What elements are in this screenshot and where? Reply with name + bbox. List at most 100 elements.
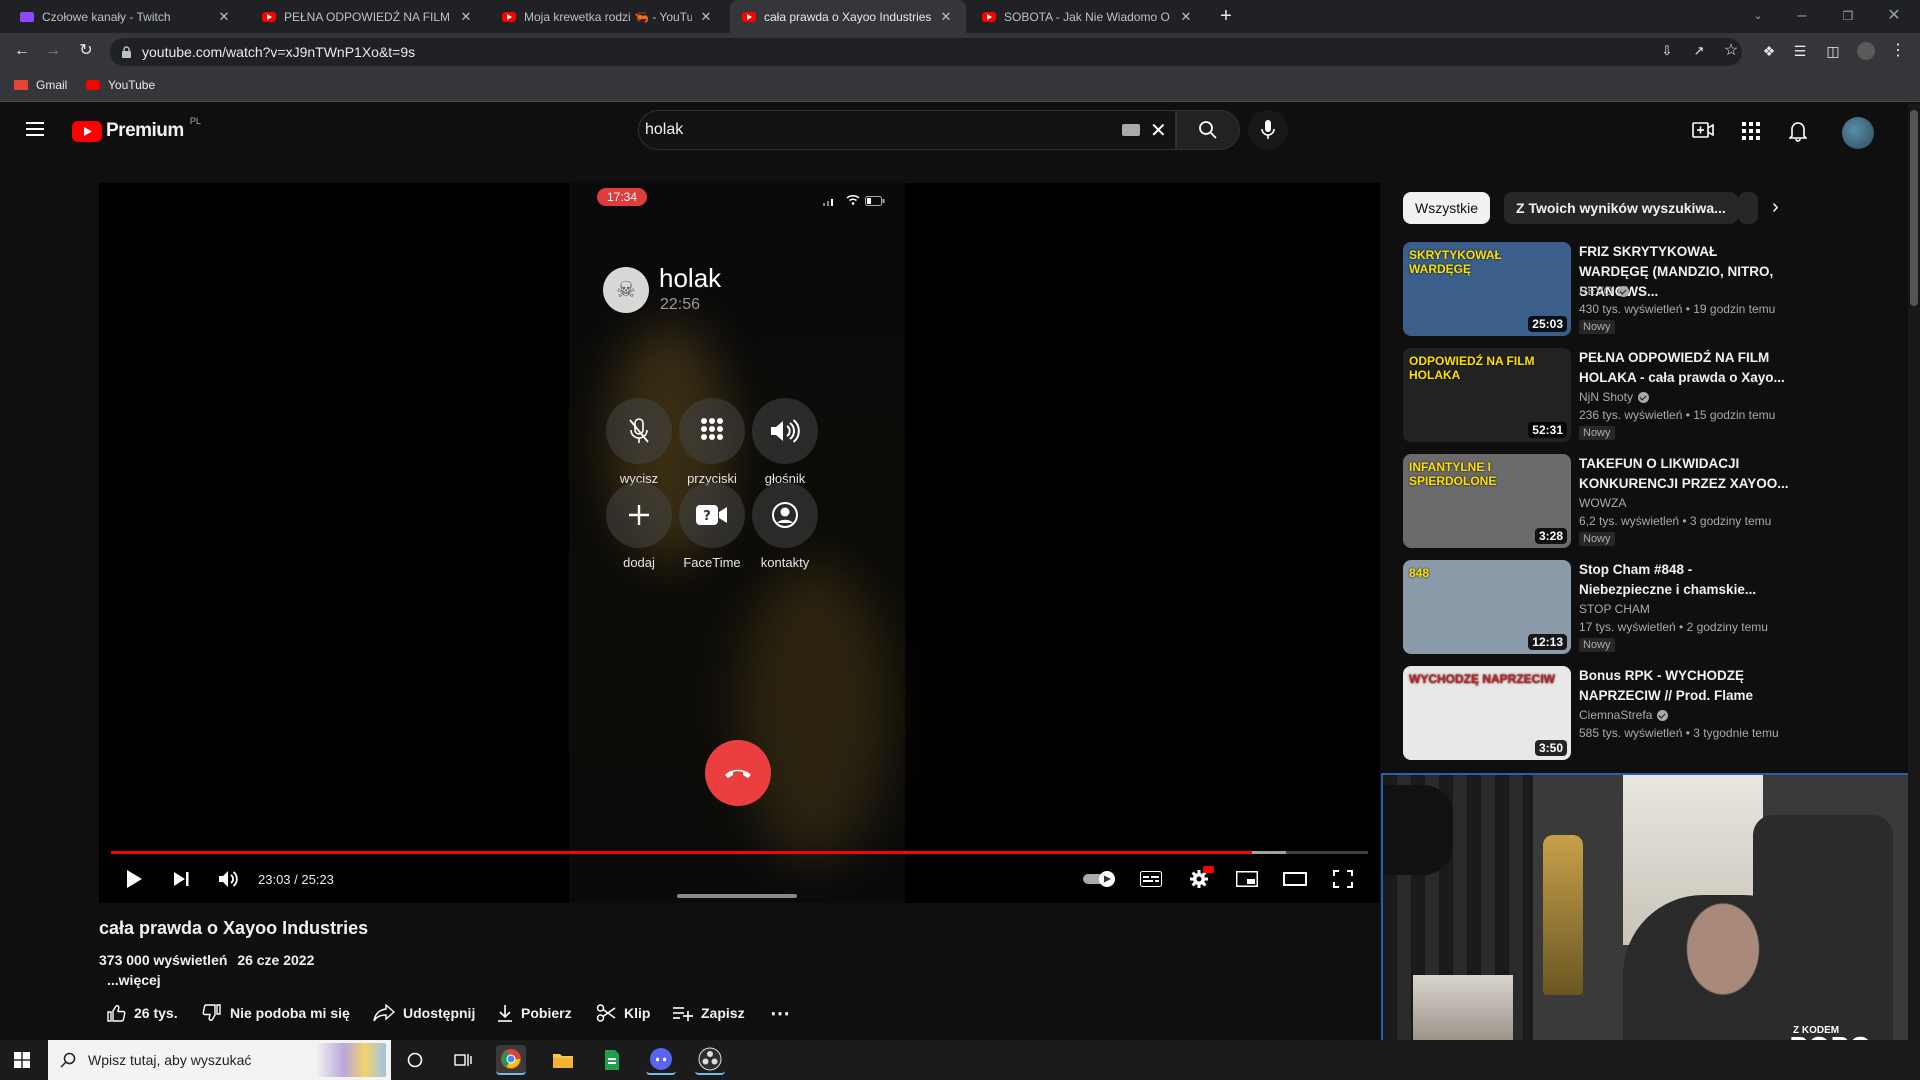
show-more-link[interactable]: ...więcej bbox=[107, 972, 161, 988]
save-button[interactable]: Zapisz bbox=[673, 1002, 745, 1024]
reload-icon[interactable]: ↻ bbox=[74, 39, 98, 63]
close-tab-icon[interactable]: ✕ bbox=[938, 9, 954, 25]
settings-button[interactable] bbox=[1184, 866, 1214, 892]
channel-name[interactable]: WOWZA bbox=[1579, 496, 1626, 510]
back-icon[interactable]: ← bbox=[10, 39, 34, 63]
create-video-icon[interactable] bbox=[1692, 121, 1714, 144]
bookmark-gmail[interactable]: Gmail bbox=[14, 78, 67, 92]
windows-start-icon[interactable] bbox=[14, 1052, 30, 1073]
download-icon bbox=[498, 1005, 512, 1022]
browser-menu-icon[interactable]: ⋮ bbox=[1886, 39, 1910, 63]
recommended-video[interactable]: 848 12:13 Stop Cham #848 - Niebezpieczne i… bbox=[1403, 560, 1803, 656]
share-button[interactable]: Udostępnij bbox=[373, 1002, 475, 1024]
end-call-icon bbox=[725, 769, 751, 778]
video-duration: 25:03 bbox=[1528, 316, 1567, 332]
volume-button[interactable] bbox=[214, 866, 244, 892]
search-button[interactable] bbox=[1176, 110, 1240, 150]
app-taskbar-icon[interactable] bbox=[597, 1045, 627, 1075]
chip-all[interactable]: Wszystkie bbox=[1403, 192, 1490, 224]
video-player[interactable]: 17:34 ☠ holak 22:56 wycisz przyciski głośn… bbox=[99, 183, 1380, 903]
youtube-icon bbox=[502, 11, 516, 22]
bookmark-star-icon[interactable]: ☆ bbox=[1719, 39, 1743, 63]
chip-overflow[interactable] bbox=[1738, 192, 1758, 224]
browser-tab-5[interactable]: SOBOTA - Jak Nie Wiadomo O C ✕ bbox=[970, 0, 1206, 33]
recommended-video-title[interactable]: PEŁNA ODPOWIEDŹ NA FILM HOLAKA - cała pr… bbox=[1579, 348, 1789, 388]
chrome-taskbar-icon[interactable] bbox=[496, 1045, 526, 1075]
video-thumbnail[interactable]: INFANTYLNE I SPIERDOLONE 3:28 bbox=[1403, 454, 1571, 548]
close-tab-icon[interactable]: ✕ bbox=[698, 9, 714, 25]
recommended-video-title[interactable]: Bonus RPK - WYCHODZĘ NAPRZECIW // Prod. … bbox=[1579, 666, 1789, 706]
browser-tab-4[interactable]: cała prawda o Xayoo Industries - ✕ bbox=[730, 0, 966, 33]
keyboard-icon[interactable] bbox=[1122, 124, 1140, 136]
chip-from-search[interactable]: Z Twoich wyników wyszukiwa... bbox=[1504, 192, 1738, 224]
lock-icon[interactable] bbox=[122, 45, 131, 58]
recommended-video[interactable]: INFANTYLNE I SPIERDOLONE 3:28 TAKEFUN O LI… bbox=[1403, 454, 1803, 550]
recommended-video-title[interactable]: Stop Cham #848 - Niebezpieczne i chamski… bbox=[1579, 560, 1789, 600]
share-icon bbox=[373, 1004, 395, 1022]
share-page-icon[interactable]: ↗ bbox=[1687, 39, 1711, 63]
recommended-video[interactable]: ODPOWIEDŹ NA FILM HOLAKA 52:31 PEŁNA ODPOW… bbox=[1403, 348, 1803, 444]
profile-avatar[interactable] bbox=[1857, 42, 1875, 60]
browser-tab-1[interactable]: Czołowe kanały - Twitch ✕ bbox=[8, 0, 244, 33]
search-box[interactable] bbox=[638, 110, 1176, 150]
voice-search-button[interactable] bbox=[1248, 110, 1288, 150]
media-controls-icon[interactable]: ☰ bbox=[1788, 39, 1812, 63]
close-tab-icon[interactable]: ✕ bbox=[458, 9, 474, 25]
browser-tab-3[interactable]: Moja krewetka rodzi 🦐 - YouTu ✕ bbox=[490, 0, 726, 33]
like-button[interactable]: 26 tys. bbox=[106, 1002, 178, 1024]
autoplay-toggle[interactable] bbox=[1082, 866, 1118, 892]
page-scrollbar-thumb[interactable] bbox=[1910, 110, 1918, 306]
apps-grid-icon[interactable] bbox=[1742, 122, 1760, 145]
tab-search-icon[interactable]: ⌄ bbox=[1746, 4, 1770, 28]
bookmark-youtube[interactable]: YouTube bbox=[86, 78, 155, 92]
youtube-logo[interactable]: Premium PL bbox=[72, 116, 201, 142]
channel-name[interactable]: REVO bbox=[1579, 284, 1630, 298]
clip-button[interactable]: Klip bbox=[596, 1002, 650, 1024]
video-thumbnail[interactable]: WYCHODZĘ NAPRZECIW 3:50 bbox=[1403, 666, 1571, 760]
channel-name[interactable]: CiemnaStrefa bbox=[1579, 708, 1669, 722]
chips-next-icon[interactable]: › bbox=[1772, 196, 1779, 219]
close-tab-icon[interactable]: ✕ bbox=[1178, 9, 1194, 25]
recommended-video-title[interactable]: TAKEFUN O LIKWIDACJI KONKURENCJI PRZEZ X… bbox=[1579, 454, 1789, 494]
close-tab-icon[interactable]: ✕ bbox=[216, 9, 232, 25]
recommended-video[interactable]: WYCHODZĘ NAPRZECIW 3:50 Bonus RPK - WYCHOD… bbox=[1403, 666, 1803, 762]
channel-name[interactable]: STOP CHAM bbox=[1579, 602, 1650, 616]
notifications-bell-icon[interactable] bbox=[1788, 120, 1808, 147]
obs-taskbar-icon[interactable] bbox=[695, 1045, 725, 1075]
task-view-icon[interactable] bbox=[448, 1045, 478, 1075]
extensions-icon[interactable]: ❖ bbox=[1757, 39, 1781, 63]
play-button[interactable] bbox=[119, 866, 149, 892]
side-panel-icon[interactable]: ◫ bbox=[1821, 39, 1845, 63]
dislike-button[interactable]: Nie podoba mi się bbox=[202, 1002, 350, 1024]
clear-search-icon[interactable]: ✕ bbox=[1150, 118, 1167, 143]
contacts-icon bbox=[771, 501, 799, 529]
user-avatar[interactable] bbox=[1842, 117, 1874, 149]
search-input[interactable]: holak bbox=[645, 121, 683, 139]
hamburger-menu-icon[interactable] bbox=[26, 120, 48, 138]
thumbnail-text: ODPOWIEDŹ NA FILM HOLAKA bbox=[1409, 354, 1535, 382]
video-thumbnail[interactable]: 848 12:13 bbox=[1403, 560, 1571, 654]
file-explorer-icon[interactable] bbox=[548, 1045, 578, 1075]
discord-taskbar-icon[interactable] bbox=[646, 1045, 676, 1075]
url-text[interactable]: youtube.com/watch?v=xJ9nTWnP1Xo&t=9s bbox=[142, 44, 415, 60]
next-button[interactable] bbox=[166, 866, 196, 892]
install-app-icon[interactable]: ⇩ bbox=[1655, 39, 1679, 63]
minimize-window-button[interactable]: – bbox=[1790, 4, 1814, 28]
download-button[interactable]: Pobierz bbox=[497, 1002, 572, 1024]
browser-tab-2[interactable]: PEŁNA ODPOWIEDŹ NA FILM HO ✕ bbox=[250, 0, 486, 33]
restore-window-button[interactable]: ❐ bbox=[1836, 4, 1860, 28]
new-tab-button[interactable]: + bbox=[1214, 4, 1238, 28]
channel-name[interactable]: NjN Shoty bbox=[1579, 390, 1650, 404]
miniplayer-button[interactable] bbox=[1232, 866, 1262, 892]
video-thumbnail[interactable]: ODPOWIEDŹ NA FILM HOLAKA 52:31 bbox=[1403, 348, 1571, 442]
video-thumbnail[interactable]: SKRYTYKOWAŁ WARDĘGĘ 25:03 bbox=[1403, 242, 1571, 336]
forward-icon[interactable]: → bbox=[41, 39, 65, 63]
more-actions-button[interactable]: ⋯ bbox=[770, 1002, 790, 1025]
recommended-video[interactable]: SKRYTYKOWAŁ WARDĘGĘ 25:03 FRIZ SKRYTYKOWAŁ… bbox=[1403, 242, 1803, 338]
close-window-button[interactable]: ✕ bbox=[1882, 4, 1906, 28]
subtitles-button[interactable] bbox=[1136, 866, 1166, 892]
new-badge: Nowy bbox=[1579, 638, 1615, 652]
cortana-icon[interactable] bbox=[400, 1045, 430, 1075]
fullscreen-button[interactable] bbox=[1328, 866, 1358, 892]
theater-mode-button[interactable] bbox=[1280, 866, 1310, 892]
